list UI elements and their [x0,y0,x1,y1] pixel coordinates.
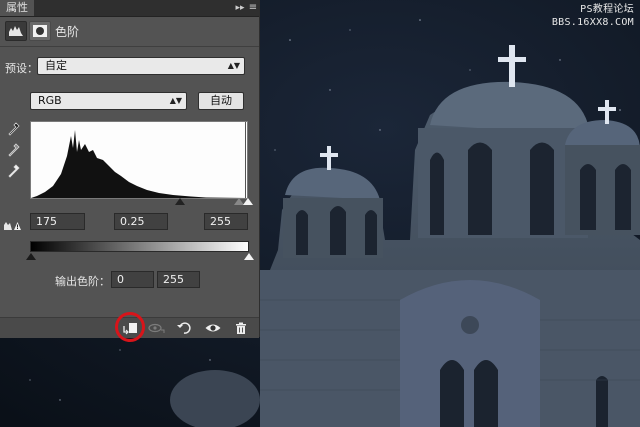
header-divider [0,46,259,47]
collapse-panel-icon[interactable]: ▸▸ [234,0,246,16]
tab-properties[interactable]: 属性 [0,0,34,16]
channel-select[interactable]: RGB ▲▼ [30,92,187,110]
preset-value: 自定 [45,59,67,72]
view-previous-state-icon[interactable] [147,319,165,337]
clipping-warning-icon [4,222,21,230]
gray-point-eyedropper-icon[interactable] [8,143,20,157]
mask-icon[interactable] [29,21,51,41]
properties-panel: 属性 ▸▸ ≡ 色阶 预设： 自定 ▲▼ RGB ▲▼ 自动 175 0.25 … [0,0,260,338]
preset-label: 预设： [5,62,38,75]
delete-icon[interactable] [232,319,250,337]
black-point-eyedropper-icon[interactable] [8,122,20,136]
adjustment-name: 色阶 [55,25,80,39]
white-point-eyedropper-icon[interactable] [8,164,20,178]
output-gradient-bar [30,241,249,252]
reset-icon[interactable] [175,319,193,337]
panel-titlebar: 属性 ▸▸ ≡ [0,0,259,17]
histogram-graph [31,130,247,198]
histogram [30,121,248,199]
watermark-line1: PS教程论坛 [580,4,634,15]
select-arrows-icon: ▲▼ [169,96,182,105]
watermark: PS教程论坛 BBS.16XX8.COM [552,3,634,29]
levels-icon[interactable] [5,21,27,41]
output-white-slider[interactable] [244,253,254,260]
visibility-eye-icon[interactable] [204,319,222,337]
select-arrows-icon: ▲▼ [227,61,240,70]
auto-button[interactable]: 自动 [198,92,244,110]
input-white-slider[interactable] [243,198,253,205]
output-levels-label: 输出色阶： [55,275,110,288]
input-white-field[interactable]: 255 [204,213,248,230]
preset-select[interactable]: 自定 ▲▼ [37,57,245,75]
channel-value: RGB [38,94,62,107]
panel-menu-icon[interactable]: ≡ [247,0,259,16]
watermark-line2: BBS.16XX8.COM [551,17,634,28]
output-black-field[interactable]: 0 [111,271,154,288]
white-clip-line [245,122,246,198]
input-gamma-field[interactable]: 0.25 [114,213,168,230]
output-white-field[interactable]: 255 [157,271,200,288]
output-black-slider[interactable] [26,253,36,260]
input-black-slider[interactable] [175,198,185,205]
highlight-annotation-circle [115,312,145,342]
input-black-field[interactable]: 175 [30,213,85,230]
